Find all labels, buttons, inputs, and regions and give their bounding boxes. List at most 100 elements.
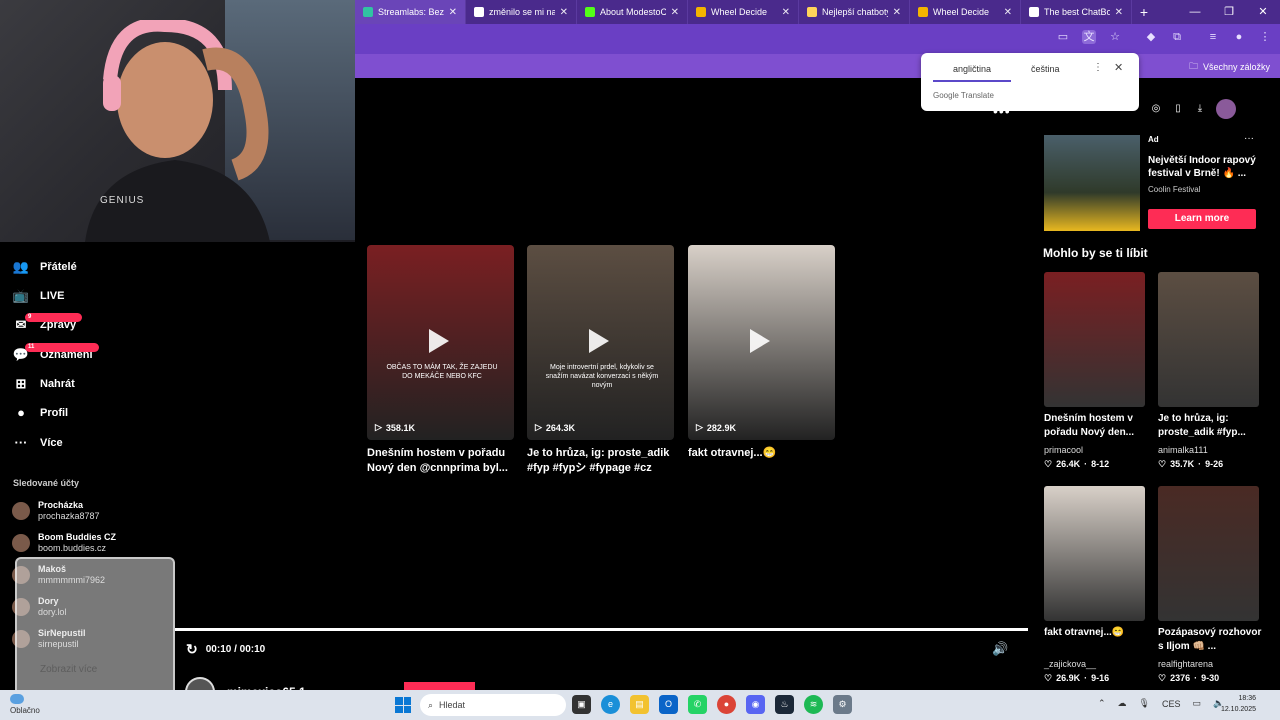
nav-item-2[interactable]: ✉ 9 Zprávy	[12, 313, 83, 333]
nav-item-6[interactable]: ··· Více	[12, 435, 63, 451]
learn-more-button[interactable]: Learn more	[1148, 209, 1256, 229]
recommended-author[interactable]: primacool	[1044, 445, 1083, 455]
chevron-up-icon[interactable]: ⌃	[1098, 698, 1106, 709]
taskbar-search[interactable]: ⌕ Hledat	[420, 694, 566, 716]
video-more-icon[interactable]: •••	[993, 103, 1011, 119]
tab-close-icon[interactable]: ✕	[1004, 7, 1012, 18]
translate-tab-source[interactable]: angličtina	[933, 61, 1012, 82]
browser-tab[interactable]: Wheel Decide ✕	[910, 0, 1021, 24]
video-caption[interactable]: Dnešním hostem v pořadu Nový den @cnnpri…	[367, 446, 517, 476]
follow-button[interactable]	[404, 682, 475, 690]
play-icon[interactable]	[589, 329, 609, 353]
extensions-puzzle-icon[interactable]: ⧉	[1170, 30, 1184, 44]
ad-more-icon[interactable]: ···	[1244, 133, 1254, 144]
minimize-icon[interactable]: —	[1178, 0, 1212, 24]
browser-tab[interactable]: Wheel Decide ✕	[688, 0, 799, 24]
language-indicator[interactable]: CES	[1162, 699, 1181, 709]
new-tab-icon[interactable]: +	[1132, 4, 1156, 20]
start-icon[interactable]	[395, 697, 411, 713]
bookmark-star-icon[interactable]: ☆	[1108, 30, 1122, 44]
recommended-author[interactable]: realfightarena	[1158, 659, 1213, 669]
user-avatar[interactable]	[1216, 99, 1236, 119]
friends-icon: 👥	[12, 259, 30, 274]
nav-item-5[interactable]: ● Profil	[12, 405, 68, 421]
video-thumbnail[interactable]: OBČAS TO MÁM TAK, ŽE ZAJEDU DO MEKÁČE NE…	[367, 245, 514, 440]
outlook-icon[interactable]: O	[659, 695, 678, 714]
progress-bar[interactable]	[175, 628, 1028, 631]
tab-close-icon[interactable]: ✕	[893, 7, 901, 18]
translate-popup: angličtina čeština ⋮ ✕ Google Translate	[921, 53, 1139, 111]
extension-icon[interactable]: ◆	[1144, 30, 1158, 44]
recommended-thumbnail[interactable]	[1158, 272, 1259, 407]
phone-icon[interactable]: ▯	[1172, 103, 1184, 115]
recommended-thumbnail[interactable]	[1044, 486, 1145, 621]
download-icon[interactable]: ⤓	[1194, 103, 1206, 115]
tab-close-icon[interactable]: ✕	[671, 7, 679, 18]
play-icon[interactable]	[429, 329, 449, 353]
profile-avatar-icon[interactable]: ●	[1232, 30, 1246, 44]
ad-title[interactable]: Největší Indoor rapový festival v Brně! …	[1148, 154, 1263, 180]
video-thumbnail[interactable]: ▷ 282.9K	[688, 245, 835, 440]
video-caption[interactable]: Je to hrůza, ig: proste_adik #fyp #fypシ …	[527, 446, 677, 476]
tab-close-icon[interactable]: ✕	[1115, 7, 1123, 18]
all-bookmarks-button[interactable]: 🗀 Všechny záložky	[1189, 59, 1270, 75]
translate-icon[interactable]: 文	[1082, 30, 1096, 44]
nav-item-1[interactable]: 📺 LIVE	[12, 288, 65, 304]
settings-icon[interactable]: ⚙	[833, 695, 852, 714]
translate-close-icon[interactable]: ✕	[1114, 61, 1123, 74]
recommended-title[interactable]: fakt otravnej...😁	[1044, 626, 1154, 640]
video-caption[interactable]: fakt otravnej...😁	[688, 446, 838, 461]
clock[interactable]: 18:36 12.10.2025	[1221, 693, 1256, 715]
browser-tab[interactable]: Nejlepší chatboty ✕	[799, 0, 910, 24]
edge-icon[interactable]: e	[601, 695, 620, 714]
tab-close-icon[interactable]: ✕	[560, 7, 568, 18]
whatsapp-icon[interactable]: ✆	[688, 695, 707, 714]
recommended-thumbnail[interactable]	[1044, 272, 1145, 407]
translate-more-icon[interactable]: ⋮	[1093, 62, 1103, 73]
close-window-icon[interactable]: ✕	[1246, 0, 1280, 24]
tab-close-icon[interactable]: ✕	[449, 7, 457, 18]
translate-tab-target[interactable]: čeština	[1011, 61, 1080, 82]
recommended-title[interactable]: Dnešním hostem v pořadu Nový den...	[1044, 412, 1154, 440]
view-count: ▷ 264.3K	[535, 422, 575, 433]
tab-close-icon[interactable]: ✕	[782, 7, 790, 18]
steam-icon[interactable]: ♨	[775, 695, 794, 714]
recommended-title[interactable]: Pozápasový rozhovor s Iljom 👊🏼 ...	[1158, 626, 1268, 654]
ad-thumbnail[interactable]	[1044, 135, 1140, 231]
network-icon[interactable]: ▭	[1193, 698, 1202, 709]
nav-item-3[interactable]: 💬 11 Oznámení	[12, 343, 99, 363]
browser-menu-icon[interactable]: ⋮	[1258, 30, 1272, 44]
discord-icon[interactable]: ◉	[746, 695, 765, 714]
cast-icon[interactable]: ▭	[1056, 30, 1070, 44]
play-icon[interactable]	[750, 329, 770, 353]
following-item[interactable]: Procházka prochazka8787	[12, 500, 100, 522]
microphone-icon[interactable]: 🎙	[1139, 698, 1150, 709]
view-count-value: 264.3K	[545, 422, 575, 433]
chrome-icon[interactable]: ●	[717, 695, 736, 714]
browser-tab[interactable]: About ModestoC ✕	[577, 0, 688, 24]
task-view-icon[interactable]: ▣	[572, 695, 591, 714]
spotify-icon[interactable]: ≋	[804, 695, 823, 714]
onedrive-icon[interactable]: ☁	[1118, 698, 1127, 709]
file-explorer-icon[interactable]: ▤	[630, 695, 649, 714]
show-more-link[interactable]: Zobrazit více	[40, 664, 97, 675]
nav-item-4[interactable]: ⊞ Nahrát	[12, 376, 75, 392]
compass-icon[interactable]: ◎	[1150, 103, 1162, 115]
weather-widget[interactable]: Oblačno	[10, 694, 40, 715]
recommended-author[interactable]: animalka111	[1158, 445, 1208, 455]
browser-tab[interactable]: změnilo se mi na ✕	[466, 0, 577, 24]
following-name: Boom Buddies CZ	[38, 532, 116, 542]
following-item[interactable]: Boom Buddies CZ boom.buddies.cz	[12, 532, 116, 554]
media-icon[interactable]: ≡	[1206, 30, 1220, 44]
recommended-author[interactable]: _zajickova__	[1044, 659, 1096, 669]
replay-icon[interactable]: ↻	[186, 641, 198, 658]
recommended-thumbnail[interactable]	[1158, 486, 1259, 621]
nav-item-0[interactable]: 👥 Přátelé	[12, 259, 77, 275]
browser-tab[interactable]: The best ChatBot ✕	[1021, 0, 1132, 24]
recommended-title[interactable]: Je to hrůza, ig: proste_adik #fyp...	[1158, 412, 1268, 440]
volume-icon[interactable]: 🔊	[992, 641, 1008, 657]
view-count: ▷ 282.9K	[696, 422, 736, 433]
video-thumbnail[interactable]: Moje introvertní prdel, kdykoliv se snaž…	[527, 245, 674, 440]
restore-icon[interactable]: ❐	[1212, 0, 1246, 24]
browser-tab[interactable]: Streamlabs: Bezpl ✕	[355, 0, 466, 24]
